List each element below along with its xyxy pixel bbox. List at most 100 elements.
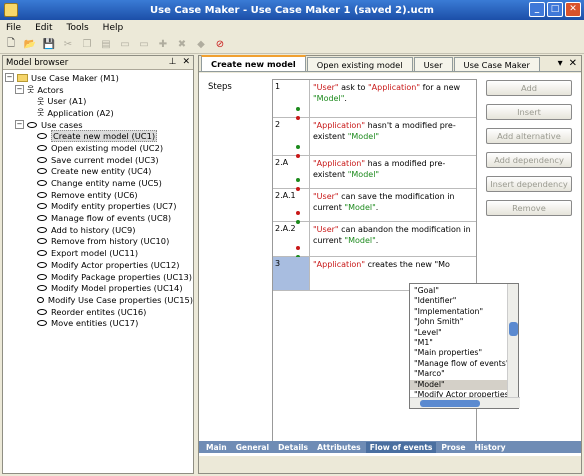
autocomplete-popup[interactable]: "Goal" "Identifier" "Implementation" "John …: [409, 283, 520, 409]
save-icon[interactable]: 💾: [42, 38, 56, 52]
insert-button[interactable]: Insert: [486, 104, 572, 120]
tree-usecase-item[interactable]: Modify Use Case properties (UC15): [5, 294, 193, 306]
tree-usecase-item[interactable]: Modify Model properties (UC14): [5, 282, 193, 294]
usecase-icon: [37, 296, 44, 303]
menu-tools[interactable]: Tools: [65, 23, 91, 33]
add-alternative-button[interactable]: Add alternative: [486, 128, 572, 144]
menu-file[interactable]: File: [4, 23, 23, 33]
tree-usecase-item[interactable]: Export model (UC11): [5, 247, 193, 259]
tab-open-existing-model[interactable]: Open existing model: [306, 57, 413, 71]
pin-icon[interactable]: ⊥: [169, 57, 177, 67]
step-row[interactable]: 2.A.2 "User" can abandon the modification…: [273, 222, 476, 259]
tree-actor-item[interactable]: 웃 User (A1): [5, 95, 193, 107]
tree-usecase-item[interactable]: Modify Package properties (UC13): [5, 271, 193, 283]
step-buttons: Add Insert Add alternative Add dependenc…: [486, 80, 572, 224]
tab-list-icon[interactable]: ▾: [558, 58, 563, 69]
tree-usecase-item[interactable]: Manage flow of events (UC8): [5, 212, 193, 224]
bottom-tab-flow-of-events[interactable]: Flow of events: [365, 441, 437, 453]
new-icon[interactable]: 🗋: [4, 38, 18, 52]
tree-usecase-item[interactable]: Move entities (UC17): [5, 317, 193, 329]
add-dependency-button[interactable]: Add dependency: [486, 152, 572, 168]
autocomplete-option[interactable]: "John Smith": [410, 317, 508, 327]
collapse-icon[interactable]: −: [15, 85, 24, 95]
collapse-icon[interactable]: −: [5, 73, 14, 83]
autocomplete-option[interactable]: "M1": [410, 338, 508, 348]
tree-actor-item[interactable]: 웃 Application (A2): [5, 107, 193, 119]
usecase-icon: [37, 156, 47, 163]
step-text[interactable]: "Application" hasn't a modified pre-exis…: [310, 118, 476, 155]
close-tab-icon[interactable]: ✕: [569, 58, 577, 69]
bottom-tab-main[interactable]: Main: [202, 442, 231, 453]
actor-to-system-icon: [295, 175, 305, 191]
autocomplete-option[interactable]: "Model": [410, 379, 508, 390]
tab-user[interactable]: User: [413, 57, 453, 71]
tree-usecase-item[interactable]: Reorder entites (UC16): [5, 306, 193, 318]
tree-usecase-item[interactable]: Create new entity (UC4): [5, 166, 193, 178]
actor-to-system-icon: [295, 142, 305, 158]
tab-create-new-model[interactable]: Create new model: [201, 55, 306, 71]
bottom-tab-prose[interactable]: Prose: [437, 442, 469, 453]
autocomplete-option[interactable]: "Implementation": [410, 307, 508, 317]
usecase-icon: [37, 261, 47, 268]
cut-icon[interactable]: ✂: [61, 38, 75, 52]
tree-usecase-item[interactable]: Change entity name (UC5): [5, 177, 193, 189]
insert-dependency-button[interactable]: Insert dependency: [486, 176, 572, 192]
close-icon[interactable]: ✕: [182, 57, 190, 67]
remove-icon[interactable]: ✖: [175, 38, 189, 52]
tree-actor-label: User (A1): [47, 96, 87, 107]
tree-usecase-item[interactable]: Save current model (UC3): [5, 154, 193, 166]
tab-use-case-maker[interactable]: Use Case Maker: [453, 57, 540, 71]
popup-vertical-scrollbar[interactable]: [507, 284, 518, 399]
remove-button[interactable]: Remove: [486, 200, 572, 216]
tree-usecase-item[interactable]: Remove entity (UC6): [5, 189, 193, 201]
tree-usecase-label: Modify Model properties (UC14): [51, 283, 183, 294]
step-text[interactable]: "User" can save the modification in curr…: [310, 189, 476, 221]
autocomplete-option[interactable]: "Manage flow of events": [410, 359, 508, 369]
step-text[interactable]: "User" can abandon the modification in c…: [310, 222, 476, 256]
delete-icon[interactable]: ⊘: [213, 38, 227, 52]
step-text[interactable]: "User" ask to "Application" for a new "M…: [310, 80, 476, 117]
popup-horizontal-scrollbar[interactable]: [410, 397, 520, 408]
menu-bar: File Edit Tools Help: [0, 20, 584, 36]
tree-root[interactable]: − Use Case Maker (M1): [5, 72, 193, 84]
folder-icon[interactable]: ▭: [118, 38, 132, 52]
bottom-tab-history[interactable]: History: [471, 442, 510, 453]
autocomplete-option[interactable]: "Identifier": [410, 296, 508, 306]
editor-tabs: Create new model Open existing model Use…: [199, 55, 581, 72]
tree-usecases[interactable]: − Use cases: [5, 119, 193, 131]
tree-usecase-item[interactable]: Modify entity properties (UC7): [5, 201, 193, 213]
close-button[interactable]: ✕: [565, 2, 581, 17]
autocomplete-option[interactable]: "Goal": [410, 286, 508, 296]
step-text[interactable]: "Application" has a modified pre-existen…: [310, 156, 476, 188]
step-row[interactable]: 1 "User" ask to "Application" for a new "…: [273, 80, 476, 120]
copy-icon[interactable]: ❐: [80, 38, 94, 52]
tree-usecase-item[interactable]: Create new model (UC1): [5, 130, 193, 143]
tree-usecase-label: Manage flow of events (UC8): [51, 213, 172, 224]
tag-icon[interactable]: ◆: [194, 38, 208, 52]
tree-usecase-item[interactable]: Remove from history (UC10): [5, 236, 193, 248]
step-row[interactable]: 2.A "Application" has a modified pre-exis…: [273, 156, 476, 191]
minimize-button[interactable]: _: [529, 2, 545, 17]
autocomplete-option[interactable]: "Marco": [410, 369, 508, 379]
collapse-icon[interactable]: −: [15, 120, 24, 130]
usecase-icon: [37, 273, 47, 280]
tree-usecase-item[interactable]: Modify Actor properties (UC12): [5, 259, 193, 271]
bottom-tab-details[interactable]: Details: [274, 442, 312, 453]
bottom-tab-attributes[interactable]: Attributes: [313, 442, 365, 453]
autocomplete-option[interactable]: "Main properties": [410, 348, 508, 358]
step-row[interactable]: 2 "Application" hasn't a modified pre-exi…: [273, 118, 476, 158]
step-row[interactable]: 2.A.1 "User" can save the modification in…: [273, 189, 476, 224]
maximize-button[interactable]: □: [547, 2, 563, 17]
open-icon[interactable]: 📂: [23, 38, 37, 52]
menu-help[interactable]: Help: [101, 23, 126, 33]
bottom-tab-general[interactable]: General: [232, 442, 273, 453]
add-button[interactable]: Add: [486, 80, 572, 96]
tree-usecase-item[interactable]: Add to history (UC9): [5, 224, 193, 236]
tree-actors[interactable]: − 웃 Actors: [5, 84, 193, 96]
tree-usecase-item[interactable]: Open existing model (UC2): [5, 142, 193, 154]
autocomplete-option[interactable]: "Level": [410, 328, 508, 338]
folder-icon[interactable]: ▭: [137, 38, 151, 52]
add-icon[interactable]: ✚: [156, 38, 170, 52]
paste-icon[interactable]: ▤: [99, 38, 113, 52]
menu-edit[interactable]: Edit: [33, 23, 54, 33]
